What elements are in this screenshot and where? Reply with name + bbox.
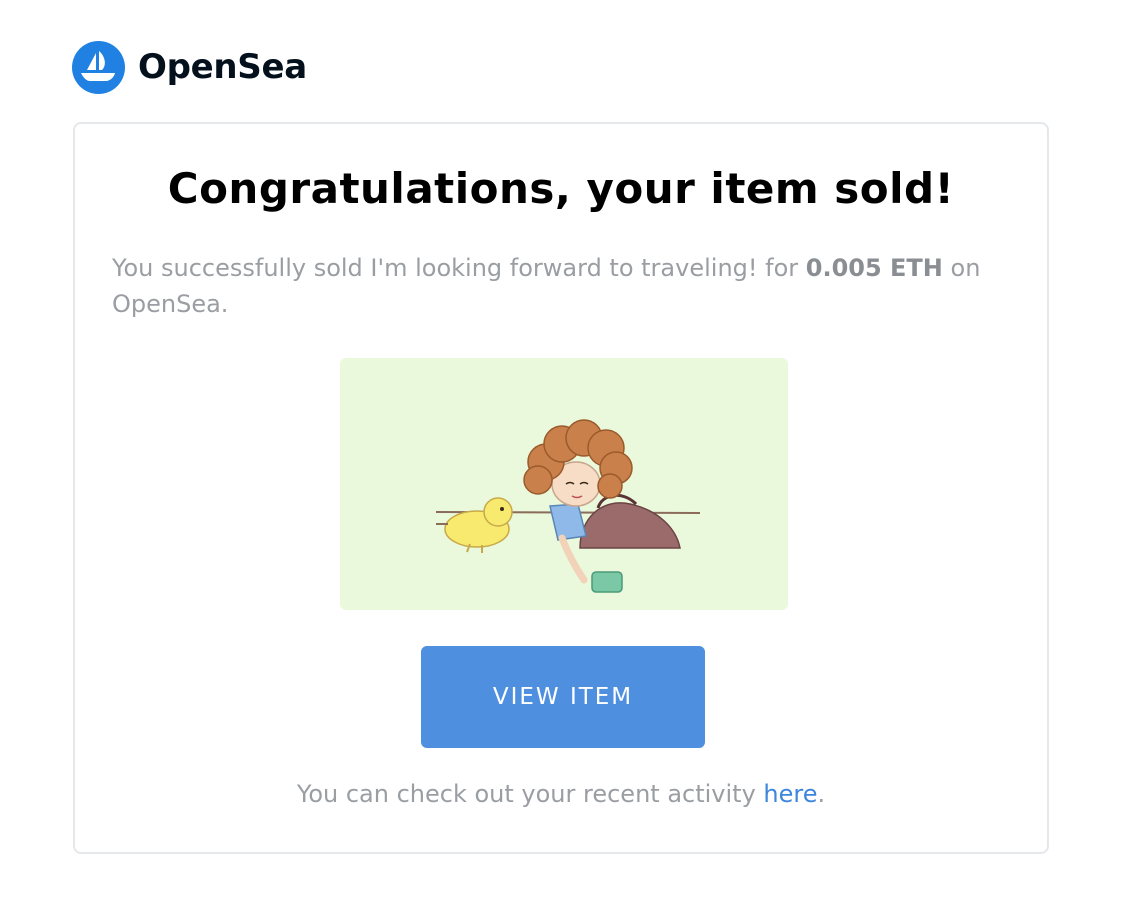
view-item-button[interactable]: VIEW ITEM: [421, 646, 705, 748]
nft-artwork-image[interactable]: [340, 358, 788, 610]
opensea-boat-icon: [72, 40, 125, 94]
opensea-wordmark: OpenSea: [138, 47, 307, 87]
sale-price: 0.005 ETH: [805, 254, 943, 282]
recent-activity-suffix: .: [817, 780, 826, 808]
recent-activity-note: You can check out your recent activity h…: [75, 780, 1047, 808]
page-title: Congratulations, your item sold!: [167, 164, 955, 213]
nft-illustration-girl-with-chick-icon: [435, 419, 701, 593]
recent-activity-text: You can check out your recent activity: [296, 780, 764, 808]
sale-notification-card: Congratulations, your item sold! You suc…: [73, 122, 1049, 854]
recent-activity-link[interactable]: here: [763, 780, 817, 808]
sale-message-text: You successfully sold I'm looking forwar…: [112, 254, 806, 282]
sale-message: You successfully sold I'm looking forwar…: [112, 250, 1012, 322]
opensea-logo[interactable]: OpenSea: [72, 40, 307, 94]
